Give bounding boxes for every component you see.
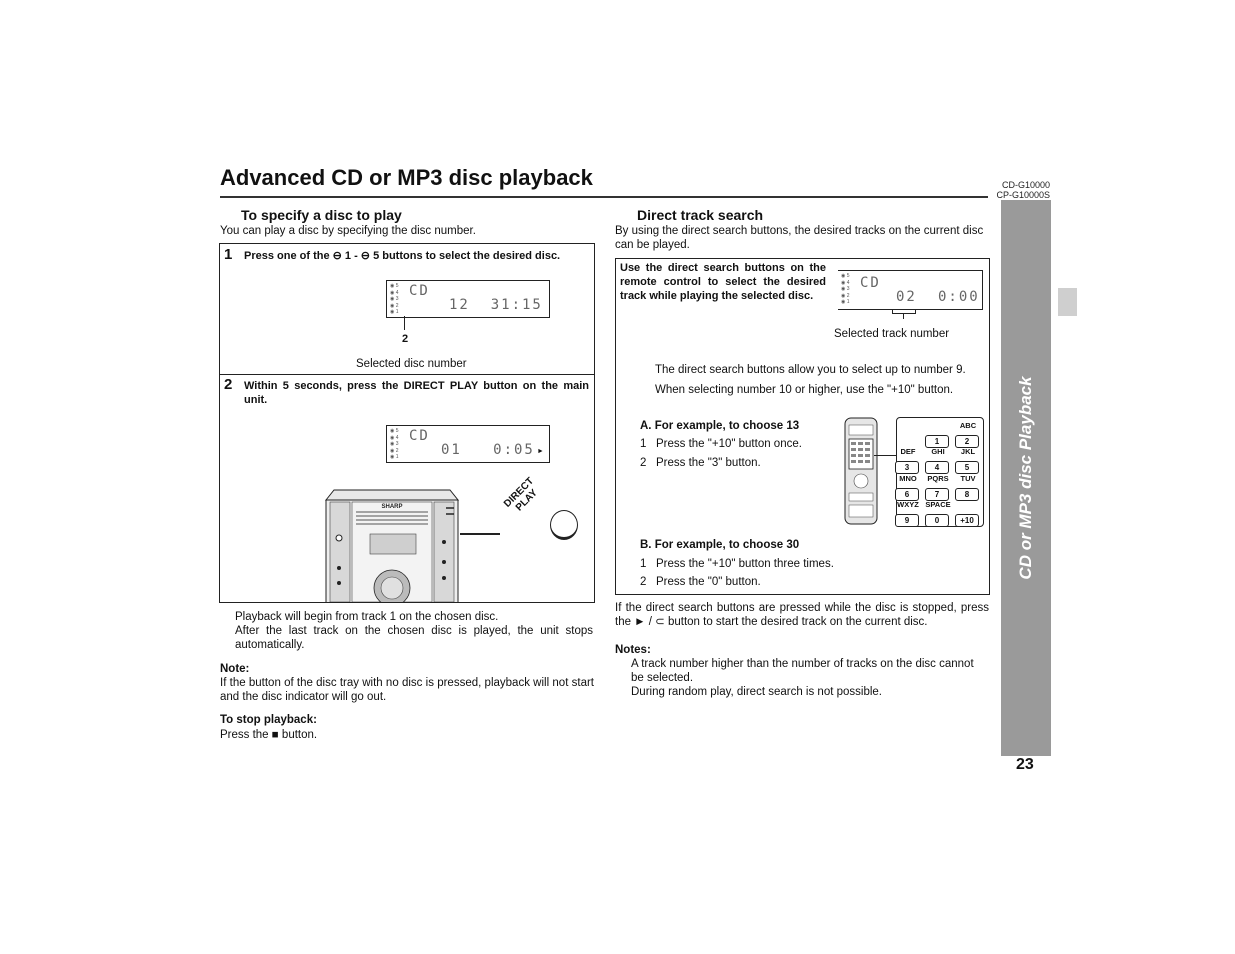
direct-search-box: Use the direct search buttons on the rem… [615,258,990,595]
blinking-disc-indicator: 2 [394,328,416,350]
title-divider [220,196,988,198]
direct-play-label: DIRECT PLAY [502,476,544,518]
lcd-time: 0:00 [938,289,980,305]
lcd-display-step1: ◉ 5 ◉ 4 ◉ 3 ◉ 2 ◉ 1 CD 12 31:15 [386,280,550,318]
step-number: 1 [640,558,647,570]
stop-heading: To stop playback: [220,714,317,726]
left-intro: You can play a disc by specifying the di… [220,225,476,237]
stop-text-post: button. [278,729,318,741]
example-b-step-1: 1 Press the "+10" button three times. [640,557,834,571]
play-indicator-icon: ► [537,448,544,455]
lcd-mode: CD [409,428,430,444]
section-side-tab-label: CD or MP3 disc Playback [1016,376,1035,580]
key-3[interactable]: 3 [895,461,919,474]
key-9[interactable]: 9 [895,514,919,527]
step-divider [220,374,594,375]
key-4[interactable]: 4 [925,461,949,474]
stop-text-pre: Press the [220,729,272,741]
info-line-1: The direct search buttons allow you to s… [655,364,966,376]
step-1-text: Press one of the ⊖ 1 - ⊖ 5 buttons to se… [244,250,561,262]
key-8[interactable]: 8 [955,488,979,501]
key-label-ghi: GHI [931,447,945,456]
right-intro: By using the direct search buttons, the … [615,225,984,251]
key-label-mno: MNO [899,474,917,483]
key-0[interactable]: 0 [925,514,949,527]
page-number: 23 [1016,756,1034,773]
svg-text:SHARP: SHARP [381,504,402,510]
step-text: Press the "0" button. [656,576,761,588]
notes-heading: Notes: [615,644,651,656]
track-caption: Selected track number [834,328,950,340]
key-5[interactable]: 5 [955,461,979,474]
key-label-pqrs: PQRS [927,474,949,483]
example-b-step-2: 2 Press the "0" button. [640,575,761,589]
example-a-heading: A. For example, to choose 13 [640,420,800,432]
stop-icon: ■ [271,729,279,741]
box-instruction: Use the direct search buttons on the rem… [620,262,826,302]
section-marker [1058,288,1077,316]
example-a-step-1: 1 Press the "+10" button once. [640,437,802,451]
step-number: 2 [640,576,647,588]
lcd-mode: CD [860,275,881,291]
step-1-number: 1 [224,246,233,263]
step-text: Press the "3" button. [656,457,761,469]
note-2: During random play, direct search is not… [631,686,882,698]
track-bracket [892,309,916,314]
key-plus-10[interactable]: +10 [955,514,979,527]
lcd-digits: 12 31:15 [449,297,543,313]
example-b-heading: B. For example, to choose 30 [640,539,800,551]
step-2-number: 2 [224,376,233,393]
disc-tray-icons: ◉ 5 ◉ 4 ◉ 3 ◉ 2 ◉ 1 [390,428,399,460]
stopped-disc-text: If the direct search buttons are pressed… [615,602,989,628]
step-text: Press the "+10" button three times. [656,558,834,570]
section-side-tab: CD or MP3 disc Playback [1001,200,1051,756]
track-bracket-stem [903,313,904,319]
steps-box: 1 Press one of the ⊖ 1 - ⊖ 5 buttons to … [219,243,595,603]
note-1: A track number higher than the number of… [631,658,974,684]
model-number-1: CD-G10000 [1001,180,1050,190]
left-bullet-1: Playback will begin from track 1 on the … [235,611,499,623]
left-heading: To specify a disc to play [241,207,402,223]
lcd-display-track: ◉ 5 ◉ 4 ◉ 3 ◉ 2 ◉ 1 CD 02 0:00 [838,270,983,310]
page-title: Advanced CD or MP3 disc playback [220,165,593,190]
lcd-track-number: 02 [896,289,917,305]
left-bullet-2: After the last track on the chosen disc … [235,625,593,651]
stop-text: Press the ■ button. [220,728,317,742]
step-text: Press the "+10" button once. [656,438,802,450]
model-number-2: CP-G10000S [996,190,1050,200]
lcd-mode: CD [409,283,430,299]
key-label-abc: ABC [959,421,977,430]
callout-number: 2 [401,333,409,345]
step-number: 2 [640,457,647,469]
lcd-display-step2: ◉ 5 ◉ 4 ◉ 3 ◉ 2 ◉ 1 CD 01 0:05 ► [386,425,550,463]
right-heading: Direct track search [637,207,764,223]
lcd-digits: 01 0:05 [441,442,535,458]
direct-play-callout-line [460,533,500,535]
note-text: If the button of the disc tray with no d… [220,677,594,703]
remote-control-illustration [844,417,878,525]
keypad-zoom: ABC 1 2 DEF GHI JKL 3 4 5 MNO PQRS TUV 6… [895,417,984,527]
step-1-caption: Selected disc number [356,358,467,370]
key-label-jkl: JKL [960,447,976,456]
disc-tray-icons: ◉ 5 ◉ 4 ◉ 3 ◉ 2 ◉ 1 [841,273,850,305]
key-label-space: SPACE [925,500,951,509]
key-label-wxyz: WXYZ [897,500,919,509]
step-number: 1 [640,438,647,450]
info-line-2: When selecting number 10 or higher, use … [655,384,954,396]
main-unit-illustration: SHARP [324,488,460,602]
note-heading: Note: [220,663,250,675]
disc-tray-icons: ◉ 5 ◉ 4 ◉ 3 ◉ 2 ◉ 1 [390,283,399,315]
key-label-def: DEF [900,447,916,456]
direct-play-button[interactable] [550,510,578,540]
key-label-tuv: TUV [960,474,976,483]
example-a-step-2: 2 Press the "3" button. [640,456,761,470]
step-2-text: Within 5 seconds, press the DIRECT PLAY … [244,380,589,406]
